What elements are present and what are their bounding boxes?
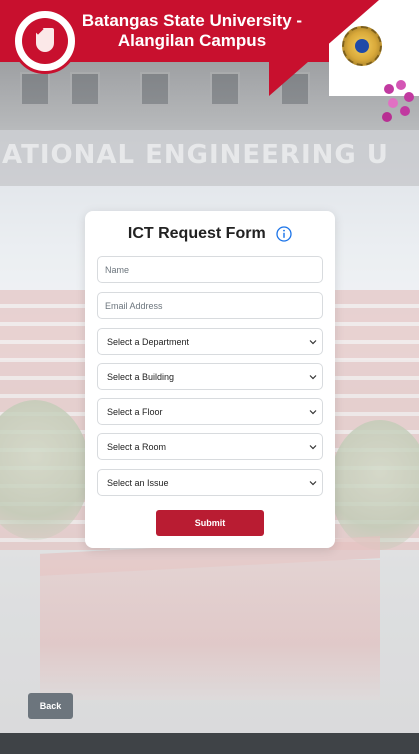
room-select-value: Select a Room bbox=[107, 442, 167, 452]
flowers-decoration bbox=[380, 78, 419, 126]
department-select-value: Select a Department bbox=[107, 337, 190, 347]
issue-select-value: Select an Issue bbox=[107, 478, 169, 488]
title-line-2: Alangilan Campus bbox=[117, 31, 267, 50]
college-gear-seal-icon bbox=[342, 26, 384, 68]
issue-select[interactable]: Select an Issue bbox=[97, 469, 323, 496]
building-select-value: Select a Building bbox=[107, 372, 175, 382]
floor-select-value: Select a Floor bbox=[107, 407, 163, 417]
chevron-down-icon bbox=[309, 481, 317, 486]
floor-select[interactable]: Select a Floor bbox=[97, 398, 323, 425]
form-header: ICT Request Form bbox=[85, 225, 335, 245]
building-select[interactable]: Select a Building bbox=[97, 363, 323, 390]
form-title: ICT Request Form bbox=[127, 225, 266, 242]
page-title: Batangas State University - Alangilan Ca… bbox=[80, 11, 304, 51]
back-button[interactable]: Back bbox=[28, 693, 73, 719]
submit-button[interactable]: Submit bbox=[156, 510, 264, 536]
title-line-1: Batangas State University - bbox=[81, 11, 303, 30]
batstateu-seal-icon bbox=[12, 8, 78, 74]
chevron-down-icon bbox=[309, 445, 317, 450]
chevron-down-icon bbox=[309, 410, 317, 415]
chevron-down-icon bbox=[309, 375, 317, 380]
email-input[interactable] bbox=[98, 293, 322, 318]
chevron-down-icon bbox=[309, 340, 317, 345]
department-select[interactable]: Select a Department bbox=[97, 328, 323, 355]
name-input[interactable] bbox=[98, 257, 322, 282]
name-field[interactable] bbox=[97, 256, 323, 283]
footer-bar bbox=[0, 733, 419, 754]
room-select[interactable]: Select a Room bbox=[97, 433, 323, 460]
email-field[interactable] bbox=[97, 292, 323, 319]
info-circle-icon[interactable] bbox=[276, 226, 292, 242]
ict-request-form: ICT Request Form Select a Department Sel… bbox=[85, 211, 335, 548]
